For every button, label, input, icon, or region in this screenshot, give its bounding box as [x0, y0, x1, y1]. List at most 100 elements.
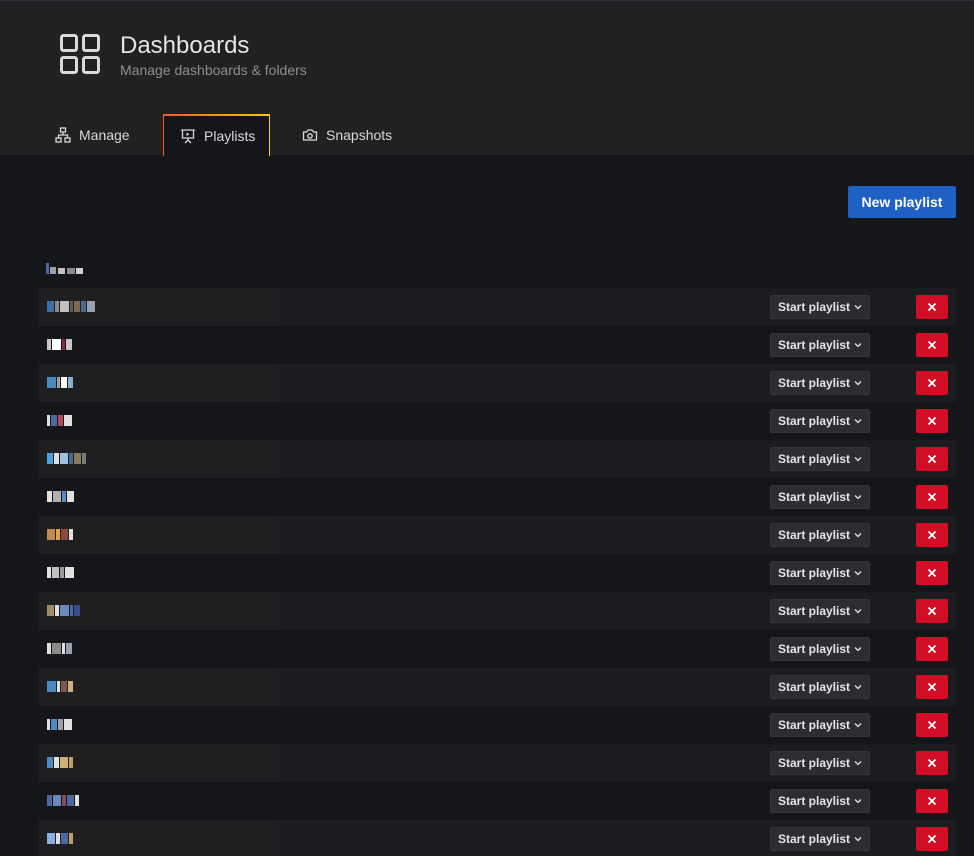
start-playlist-button[interactable]: Start playlist [770, 447, 870, 471]
delete-playlist-button[interactable] [916, 637, 948, 661]
tab-snapshots[interactable]: Snapshots [302, 114, 412, 156]
pixel-block [53, 491, 61, 502]
pixelated-playlist-name [47, 453, 86, 464]
start-playlist-button[interactable]: Start playlist [770, 751, 870, 775]
playlist-name-cell[interactable] [39, 478, 279, 516]
delete-playlist-button[interactable] [916, 485, 948, 509]
playlist-name-cell[interactable] [39, 288, 279, 326]
new-playlist-button[interactable]: New playlist [848, 186, 956, 218]
playlist-row: Start playlist [39, 630, 956, 668]
pixel-block [47, 719, 50, 730]
pixel-block [60, 605, 69, 616]
start-playlist-button[interactable]: Start playlist [770, 827, 870, 851]
tab-playlists[interactable]: Playlists [163, 114, 270, 156]
start-playlist-label: Start playlist [777, 832, 851, 846]
playlist-name-cell[interactable] [39, 440, 279, 478]
delete-playlist-button[interactable] [916, 333, 948, 357]
pixel-block [51, 719, 57, 730]
playlist-name-cell[interactable] [39, 706, 279, 744]
tab-manage[interactable]: Manage [55, 114, 145, 156]
presentation-icon [181, 129, 195, 144]
start-playlist-button[interactable]: Start playlist [770, 713, 870, 737]
chevron-down-icon [854, 495, 862, 500]
pixelated-name-header [46, 262, 86, 274]
delete-playlist-button[interactable] [916, 447, 948, 471]
pixelated-playlist-name [47, 339, 72, 350]
playlist-name-cell[interactable] [39, 820, 279, 856]
pixel-block [54, 757, 59, 768]
start-playlist-button[interactable]: Start playlist [770, 295, 870, 319]
delete-playlist-button[interactable] [916, 599, 948, 623]
playlist-name-cell[interactable] [39, 326, 279, 364]
page-title: Dashboards [120, 32, 250, 59]
close-icon [927, 644, 937, 654]
pixel-block [68, 681, 73, 692]
tab-bar: Manage Playlists Snapshots [0, 114, 974, 156]
playlist-name-cell[interactable] [39, 554, 279, 592]
pixel-block [74, 301, 80, 312]
playlist-name-cell[interactable] [39, 782, 279, 820]
playlist-name-cell[interactable] [39, 668, 279, 706]
chevron-down-icon [854, 457, 862, 462]
playlist-row: Start playlist [39, 820, 956, 856]
delete-playlist-button[interactable] [916, 409, 948, 433]
delete-playlist-button[interactable] [916, 523, 948, 547]
start-playlist-label: Start playlist [777, 300, 851, 314]
playlist-name-cell[interactable] [39, 364, 279, 402]
pixelated-playlist-name [47, 719, 72, 730]
close-icon [927, 796, 937, 806]
playlist-name-cell[interactable] [39, 516, 279, 554]
start-playlist-button[interactable]: Start playlist [770, 599, 870, 623]
chevron-down-icon [854, 837, 862, 842]
pixel-block [60, 567, 64, 578]
start-playlist-button[interactable]: Start playlist [770, 523, 870, 547]
pixel-block [74, 453, 81, 464]
dashboards-grid-icon [60, 34, 100, 74]
playlist-name-cell[interactable] [39, 402, 279, 440]
delete-playlist-button[interactable] [916, 827, 948, 851]
chevron-down-icon [854, 419, 862, 424]
tab-snapshots-label: Snapshots [326, 127, 393, 143]
pixel-block [66, 339, 72, 350]
pixel-block [55, 605, 59, 616]
pixel-block [62, 795, 66, 806]
pixel-block [58, 719, 63, 730]
playlist-name-cell[interactable] [39, 592, 279, 630]
pixelated-playlist-name [47, 795, 79, 806]
start-playlist-button[interactable]: Start playlist [770, 371, 870, 395]
delete-playlist-button[interactable] [916, 561, 948, 585]
playlist-row: Start playlist [39, 554, 956, 592]
chevron-down-icon [854, 799, 862, 804]
pixel-block [70, 605, 73, 616]
start-playlist-button[interactable]: Start playlist [770, 485, 870, 509]
pixel-block [74, 605, 80, 616]
close-icon [927, 682, 937, 692]
delete-playlist-button[interactable] [916, 371, 948, 395]
start-playlist-button[interactable]: Start playlist [770, 409, 870, 433]
pixelated-playlist-name [47, 681, 73, 692]
delete-playlist-button[interactable] [916, 295, 948, 319]
start-playlist-button[interactable]: Start playlist [770, 789, 870, 813]
delete-playlist-button[interactable] [916, 751, 948, 775]
start-playlist-button[interactable]: Start playlist [770, 333, 870, 357]
pixel-block [52, 643, 61, 654]
delete-playlist-button[interactable] [916, 789, 948, 813]
delete-playlist-button[interactable] [916, 675, 948, 699]
playlist-name-cell[interactable] [39, 630, 279, 668]
close-icon [927, 340, 937, 350]
start-playlist-button[interactable]: Start playlist [770, 561, 870, 585]
delete-playlist-button[interactable] [916, 713, 948, 737]
pixel-block [66, 643, 72, 654]
chevron-down-icon [854, 609, 862, 614]
pixel-block [55, 301, 59, 312]
start-playlist-label: Start playlist [777, 528, 851, 542]
pixel-block [53, 795, 61, 806]
start-playlist-label: Start playlist [777, 566, 851, 580]
start-playlist-button[interactable]: Start playlist [770, 675, 870, 699]
chevron-down-icon [854, 723, 862, 728]
start-playlist-label: Start playlist [777, 338, 851, 352]
close-icon [927, 454, 937, 464]
playlist-name-cell[interactable] [39, 744, 279, 782]
playlist-row: Start playlist [39, 364, 956, 402]
start-playlist-button[interactable]: Start playlist [770, 637, 870, 661]
